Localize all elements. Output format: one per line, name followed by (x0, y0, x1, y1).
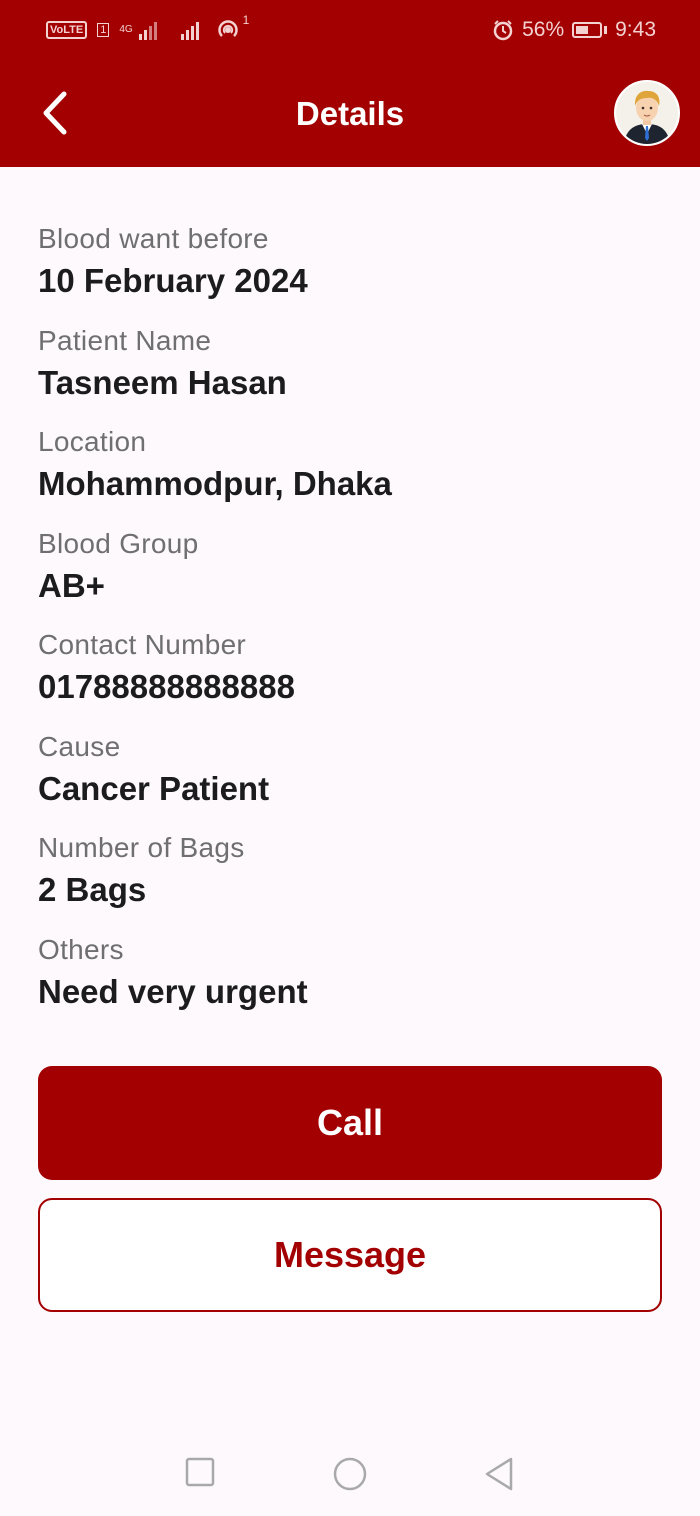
clock-time: 9:43 (615, 18, 656, 41)
sim-indicator: 1 (97, 23, 110, 37)
request-details: Blood want before 10 February 2024 Patie… (38, 220, 658, 1032)
field-contact-number: Contact Number 01788888888888 (38, 626, 658, 728)
battery-icon (572, 22, 603, 38)
hotspot-icon (217, 20, 238, 37)
field-others: Others Need very urgent (38, 931, 658, 1033)
alarm-icon (493, 20, 513, 41)
battery-percent: 56% (522, 18, 565, 41)
home-button[interactable] (332, 1456, 368, 1497)
field-label: Contact Number (38, 629, 247, 660)
field-blood-group: Blood Group AB+ (38, 525, 658, 627)
battery-fill (576, 26, 589, 34)
hotspot-count: 1 (242, 13, 250, 27)
status-right: 56% 9:43 (492, 14, 656, 46)
square-icon (185, 1457, 215, 1487)
field-label: Location (38, 426, 147, 457)
page-title: Details (295, 95, 405, 132)
call-button[interactable]: Call (38, 1066, 662, 1180)
field-patient-name: Patient Name Tasneem Hasan (38, 322, 658, 424)
volte-badge: VoLTE (46, 21, 88, 39)
status-bar: VoLTE 1 4G 1 56% 9:43 (0, 0, 700, 60)
field-location: Location Mohammodpur, Dhaka (38, 423, 658, 525)
profile-avatar-button[interactable] (614, 80, 680, 146)
field-label: Blood want before (38, 223, 269, 254)
field-label: Others (38, 933, 124, 965)
field-value: Mohammodpur, Dhaka (38, 465, 392, 502)
field-value: Need very urgent (38, 972, 308, 1010)
field-label: Cause (38, 730, 121, 762)
app-header: VoLTE 1 4G 1 56% 9:43 Details (0, 0, 700, 167)
triangle-back-icon (485, 1457, 513, 1491)
field-value: 2 Bags (38, 871, 147, 908)
system-back-button[interactable] (482, 1456, 516, 1497)
field-value: AB+ (38, 566, 105, 604)
circle-icon (333, 1457, 367, 1491)
user-avatar-icon (616, 82, 678, 144)
signal-strength-icon (138, 22, 157, 40)
battery-tip (604, 26, 608, 34)
message-button[interactable]: Message (38, 1198, 662, 1312)
recents-button[interactable] (184, 1456, 216, 1493)
system-nav-bar (0, 1436, 700, 1516)
field-number-of-bags: Number of Bags 2 Bags (38, 829, 658, 931)
signal-strength-icon-2 (180, 22, 199, 40)
field-value: 10 February 2024 (38, 262, 308, 299)
status-left: VoLTE 1 4G 1 (46, 13, 257, 46)
network-type: 4G (119, 24, 133, 35)
field-value: Cancer Patient (38, 769, 270, 807)
field-label: Number of Bags (38, 832, 245, 863)
field-blood-want-before: Blood want before 10 February 2024 (38, 220, 658, 322)
field-label: Patient Name (38, 324, 212, 356)
field-value: Tasneem Hasan (38, 363, 287, 401)
field-cause: Cause Cancer Patient (38, 728, 658, 830)
field-value: 01788888888888 (38, 668, 295, 705)
field-label: Blood Group (38, 527, 199, 559)
